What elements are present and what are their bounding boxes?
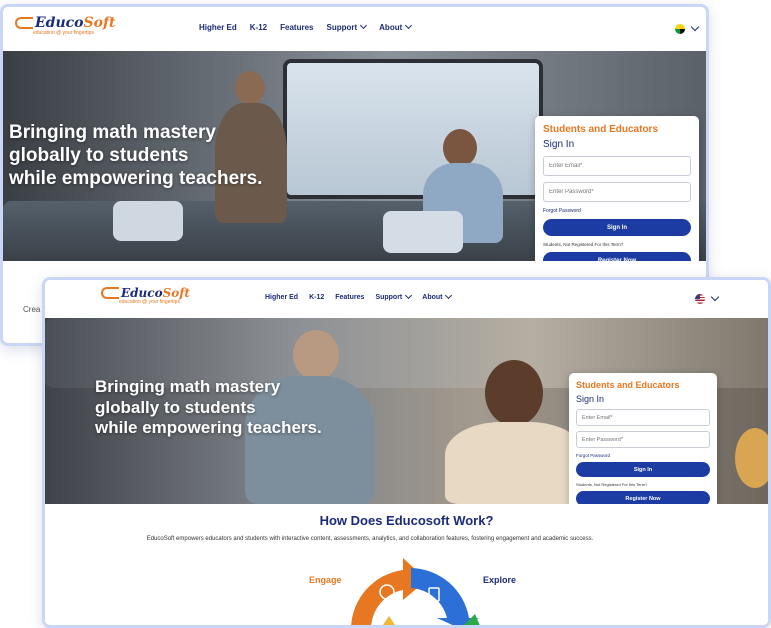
- hero-headline: Bringing math mastery globally to studen…: [95, 377, 322, 438]
- sign-in-button[interactable]: Sign In: [576, 462, 710, 477]
- signin-card: Students and Educators Sign In Forgot Pa…: [569, 373, 717, 504]
- nav-higher-ed[interactable]: Higher Ed: [265, 294, 298, 301]
- logo[interactable]: EducoSoft education @ your fingertips: [101, 286, 190, 305]
- forgot-password-link[interactable]: Forgot Password: [543, 208, 691, 214]
- sign-in-button[interactable]: Sign In: [543, 219, 691, 236]
- us-flag-icon: [695, 294, 705, 304]
- monitor-image: [113, 201, 183, 241]
- chevron-down-icon: [405, 21, 413, 30]
- navbar: EducoSoft education @ your fingertips Hi…: [45, 280, 768, 318]
- teacher-head-image: [235, 71, 265, 105]
- logo-swoosh-icon: [15, 17, 33, 29]
- nav-k12[interactable]: K-12: [250, 23, 267, 32]
- language-selector[interactable]: [675, 22, 700, 34]
- hero-banner: Bringing math mastery globally to studen…: [45, 318, 768, 504]
- signin-title: Sign In: [576, 394, 605, 404]
- signin-card: Students and Educators Sign In Forgot Pa…: [535, 116, 699, 261]
- not-registered-text: Students, Not Registered For this Term?: [543, 242, 624, 247]
- explore-arrow-icon: [411, 568, 479, 625]
- nav-support[interactable]: Support: [375, 291, 413, 301]
- email-input[interactable]: [543, 156, 691, 176]
- signin-heading: Students and Educators: [576, 380, 680, 390]
- student-hair-image: [735, 428, 768, 488]
- engage-label: Engage: [309, 575, 342, 585]
- section-snippet-text: Crea: [23, 305, 41, 314]
- language-selector[interactable]: [695, 292, 720, 304]
- register-now-button[interactable]: Register Now: [543, 252, 691, 261]
- nav-links: Higher Ed K-12 Features Support About: [265, 291, 453, 301]
- logo-tagline: education @ your fingertips: [33, 30, 94, 36]
- student-head-image: [443, 129, 477, 167]
- hero-headline: Bringing math mastery globally to studen…: [9, 122, 263, 190]
- register-now-button[interactable]: Register Now: [576, 491, 710, 504]
- nav-support[interactable]: Support: [326, 21, 368, 32]
- nav-features[interactable]: Features: [280, 23, 313, 32]
- chevron-down-icon: [710, 292, 720, 302]
- student-head-image: [485, 360, 543, 426]
- section-title: How Does Educosoft Work?: [319, 513, 494, 528]
- nav-higher-ed[interactable]: Higher Ed: [199, 23, 237, 32]
- explore-label: Explore: [483, 575, 517, 585]
- nav-about[interactable]: About: [379, 21, 413, 32]
- logo-tagline: education @ your fingertips: [119, 299, 180, 305]
- nav-features[interactable]: Features: [335, 294, 364, 301]
- monitor-image: [383, 211, 463, 253]
- screenshot-front: EducoSoft education @ your fingertips Hi…: [42, 277, 771, 628]
- jamaica-flag-icon: [675, 24, 685, 34]
- chevron-down-icon: [690, 22, 700, 32]
- nav-about[interactable]: About: [422, 291, 453, 301]
- password-input[interactable]: [576, 431, 710, 448]
- process-cycle-graphic: [351, 558, 480, 625]
- chevron-down-icon: [360, 21, 368, 30]
- navbar: EducoSoft education @ your fingertips Hi…: [3, 7, 706, 51]
- signin-heading: Students and Educators: [543, 124, 659, 135]
- classroom-board-image: [283, 59, 543, 199]
- chevron-down-icon: [405, 291, 413, 300]
- nav-k12[interactable]: K-12: [309, 294, 324, 301]
- hero-banner: Bringing math mastery globally to studen…: [3, 51, 706, 261]
- signin-title: Sign In: [543, 139, 575, 150]
- not-registered-text: Students, Not Registered For this Term?: [576, 482, 648, 487]
- logo[interactable]: EducoSoft education @ your fingertips: [15, 15, 115, 36]
- nav-links: Higher Ed K-12 Features Support About: [199, 21, 413, 32]
- chevron-down-icon: [445, 291, 453, 300]
- logo-swoosh-icon: [101, 287, 119, 299]
- yellow-arrow-icon: [383, 616, 395, 625]
- email-input[interactable]: [576, 409, 710, 426]
- section-description: EducoSoft empowers educators and student…: [146, 536, 594, 542]
- how-it-works-section: How Does Educosoft Work? EducoSoft empow…: [45, 504, 768, 625]
- teacher-head-image: [293, 330, 339, 380]
- student-figure-image: [445, 422, 585, 504]
- password-input[interactable]: [543, 182, 691, 202]
- forgot-password-link[interactable]: Forgot Password: [576, 453, 710, 458]
